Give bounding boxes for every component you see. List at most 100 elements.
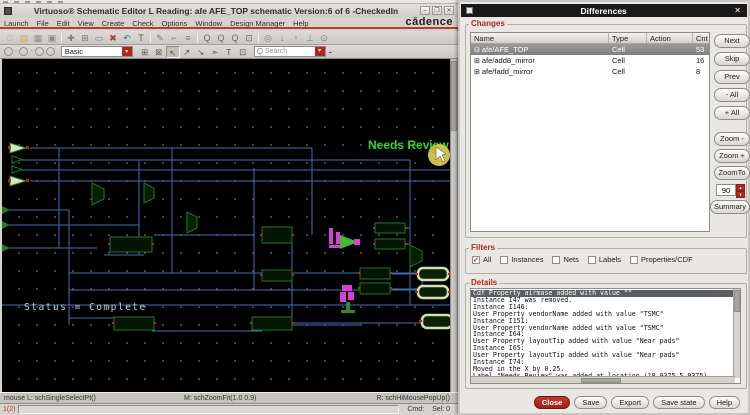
ascend-icon[interactable]: ↑ bbox=[289, 32, 303, 44]
block-instances[interactable] bbox=[110, 223, 405, 330]
menu-options[interactable]: Options bbox=[158, 19, 192, 28]
menu-create[interactable]: Create bbox=[98, 19, 129, 28]
menu-design-manager[interactable]: Design Manager bbox=[226, 19, 289, 28]
table-row[interactable]: ⊞afe/fadd_mirrorCell8 bbox=[471, 66, 709, 77]
menu-check[interactable]: Check bbox=[128, 19, 157, 28]
maximize-icon[interactable]: ❐ bbox=[432, 6, 442, 15]
probe-icon[interactable]: ◎ bbox=[261, 32, 275, 44]
mouse-binding-4-icon[interactable] bbox=[46, 47, 55, 56]
save-state-button[interactable]: Save state bbox=[653, 396, 704, 409]
export-button[interactable]: Export bbox=[611, 396, 649, 409]
checkbox-icon[interactable]: ✓ bbox=[472, 256, 480, 264]
all-button[interactable]: + All bbox=[714, 106, 750, 120]
collapse-icon[interactable]: ⊟ bbox=[474, 46, 480, 54]
mouse-binding-2-icon[interactable] bbox=[19, 47, 28, 56]
descend-icon[interactable]: ↓ bbox=[275, 32, 289, 44]
combo-dropdown-icon[interactable]: ▾ bbox=[122, 47, 132, 56]
new-icon[interactable]: □ bbox=[3, 32, 17, 44]
menu-launch[interactable]: Launch bbox=[0, 19, 33, 28]
ruler-icon[interactable]: ▭ bbox=[92, 32, 106, 44]
zoom-out-icon[interactable]: Q bbox=[214, 32, 228, 44]
zoom-level-value[interactable]: 90 bbox=[716, 184, 736, 196]
schematic-canvas[interactable]: Needs Review Status = Complete bbox=[2, 59, 450, 392]
menu-edit[interactable]: Edit bbox=[53, 19, 74, 28]
checkbox-icon[interactable] bbox=[630, 256, 638, 264]
filter-labels[interactable]: Labels bbox=[588, 255, 621, 264]
checkbox-icon[interactable] bbox=[552, 256, 560, 264]
details-hscrollbar-thumb[interactable] bbox=[581, 378, 621, 383]
zoom-button[interactable]: Zoom - bbox=[714, 132, 750, 146]
column-header-cnt[interactable]: Cnt bbox=[693, 33, 709, 43]
zoom-button[interactable]: Zoom + bbox=[714, 149, 750, 163]
mux-instances[interactable] bbox=[92, 183, 422, 267]
filter-nets[interactable]: Nets bbox=[552, 255, 578, 264]
pad-instances[interactable] bbox=[418, 268, 450, 328]
close-icon[interactable]: ✕ bbox=[444, 6, 454, 15]
canvas-scrollbar-thumb[interactable] bbox=[451, 61, 457, 131]
table-row[interactable]: ⊟afe/AFE_TOPCell53 bbox=[471, 44, 709, 55]
next-button[interactable]: Next bbox=[714, 34, 750, 48]
highlighted-instance-2[interactable] bbox=[340, 285, 355, 313]
pin-icon[interactable]: ⊥ bbox=[303, 32, 317, 44]
column-header-action[interactable]: Action bbox=[647, 33, 693, 43]
select-inst-icon[interactable]: ➣ bbox=[208, 46, 222, 58]
wire-icon[interactable]: ⌐ bbox=[167, 32, 181, 44]
summary-button[interactable]: Summary bbox=[710, 200, 750, 214]
spinner-down-icon[interactable]: ▾ bbox=[736, 191, 745, 198]
instance-check-icon[interactable]: ⊠ bbox=[152, 46, 166, 58]
save-button[interactable]: Save bbox=[574, 396, 607, 409]
zoom-box-icon[interactable]: ⊡ bbox=[242, 32, 256, 44]
prev-button[interactable]: Prev bbox=[714, 70, 750, 84]
menu-view[interactable]: View bbox=[74, 19, 98, 28]
canvas-scrollbar[interactable] bbox=[450, 59, 457, 392]
close-button[interactable]: Close bbox=[534, 396, 570, 409]
menu-file[interactable]: File bbox=[33, 19, 53, 28]
status-note-label[interactable]: Status = Complete bbox=[24, 302, 147, 313]
minimize-icon[interactable]: – bbox=[420, 6, 430, 15]
details-hscrollbar[interactable] bbox=[471, 376, 735, 383]
column-header-type[interactable]: Type bbox=[609, 33, 647, 43]
select-add-icon[interactable]: ↗ bbox=[180, 46, 194, 58]
select-pointer-icon[interactable]: ↖ bbox=[166, 46, 180, 58]
skip-button[interactable]: Skip bbox=[714, 52, 750, 66]
help-button[interactable]: Help bbox=[709, 396, 740, 409]
table-row[interactable]: ⊞afe/add8_mirrorCell16 bbox=[471, 55, 709, 66]
checkbox-icon[interactable] bbox=[588, 256, 596, 264]
column-header-name[interactable]: Name bbox=[471, 33, 609, 43]
mouse-binding-1-icon[interactable] bbox=[4, 47, 13, 56]
menu-window[interactable]: Window bbox=[191, 19, 226, 28]
all-button[interactable]: - All bbox=[714, 88, 750, 102]
instance-icon[interactable]: ⊞ bbox=[138, 46, 152, 58]
filter-properties-cdf[interactable]: Properties/CDF bbox=[630, 255, 693, 264]
delete-icon[interactable]: ✖ bbox=[106, 32, 120, 44]
zoom-in-icon[interactable]: Q bbox=[200, 32, 214, 44]
filter-all[interactable]: ✓All bbox=[472, 255, 491, 264]
undo-icon[interactable]: ↶ bbox=[120, 32, 134, 44]
highlighted-instance-1[interactable] bbox=[329, 228, 360, 249]
expand-icon[interactable]: ⊞ bbox=[474, 57, 480, 65]
filter-instances[interactable]: Instances bbox=[500, 255, 543, 264]
search-input[interactable]: Q Search ▾ bbox=[254, 46, 326, 57]
lock-icon[interactable]: ⊙ bbox=[317, 32, 331, 44]
bus-icon[interactable]: ≡ bbox=[181, 32, 195, 44]
dialog-close-icon[interactable]: ✕ bbox=[734, 6, 741, 15]
menu-help[interactable]: Help bbox=[289, 19, 312, 28]
select-text-icon[interactable]: T bbox=[222, 46, 236, 58]
details-textarea[interactable]: Cdf Property airmase added with value ""… bbox=[470, 288, 741, 384]
zoom-fit-icon[interactable]: Q bbox=[228, 32, 242, 44]
details-vscrollbar-thumb[interactable] bbox=[734, 290, 740, 312]
spinner-up-icon[interactable]: ▴ bbox=[736, 184, 745, 191]
select-sub-icon[interactable]: ↘ bbox=[194, 46, 208, 58]
expand-icon[interactable]: ⊞ bbox=[474, 68, 480, 76]
move-icon[interactable]: ✚ bbox=[64, 32, 78, 44]
zoomto-button[interactable]: ZoomTo bbox=[714, 166, 750, 180]
details-vscrollbar[interactable] bbox=[733, 289, 740, 378]
search-dropdown-icon[interactable]: ▾ bbox=[315, 47, 325, 56]
select-box-icon[interactable]: ⊡ bbox=[236, 46, 250, 58]
buffer-instances[interactable] bbox=[10, 143, 26, 186]
save-icon[interactable]: ▦ bbox=[31, 32, 45, 44]
mouse-binding-3-icon[interactable] bbox=[35, 47, 44, 56]
workspace-combo[interactable]: Basic ▾ bbox=[61, 46, 133, 57]
copy-icon[interactable]: ⊞ bbox=[78, 32, 92, 44]
checkbox-icon[interactable] bbox=[500, 256, 508, 264]
